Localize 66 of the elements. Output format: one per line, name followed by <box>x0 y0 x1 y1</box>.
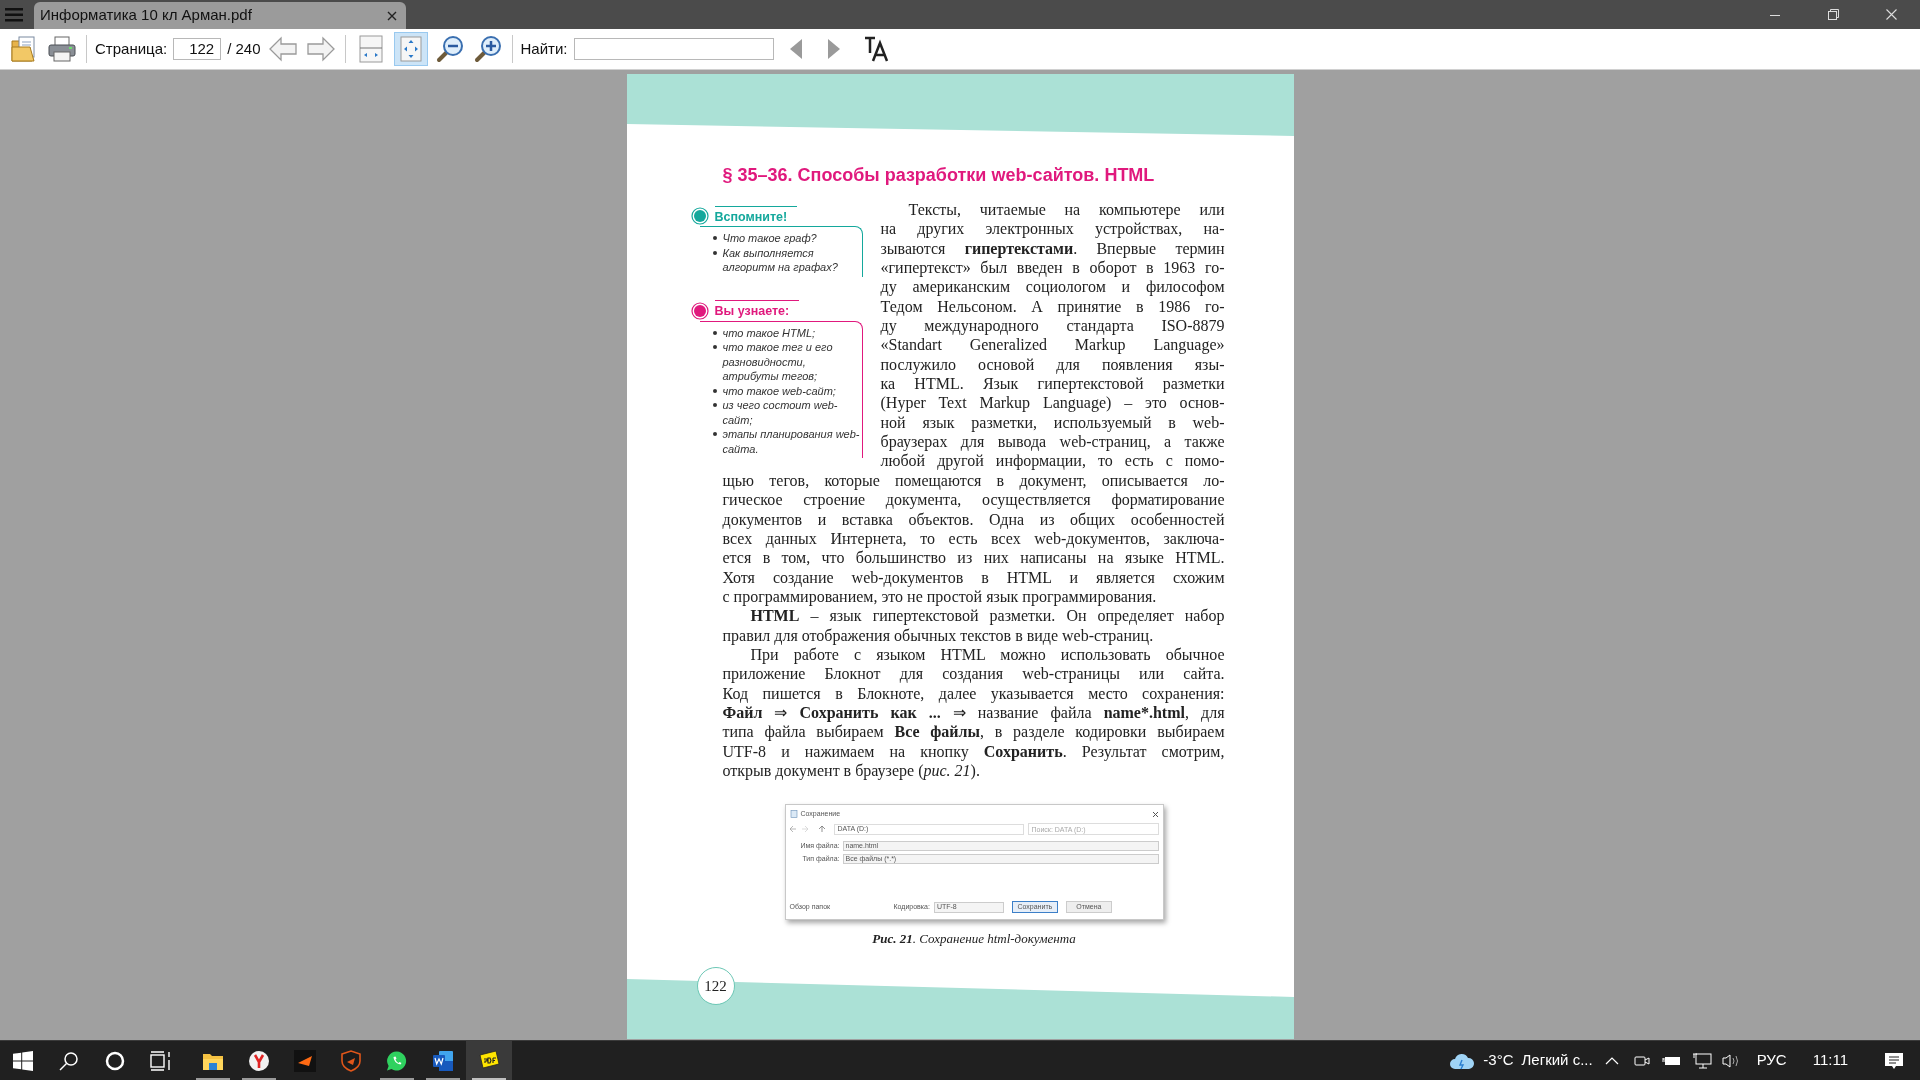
task-view-icon <box>150 1050 172 1071</box>
fit-page-icon <box>358 35 383 63</box>
weather-text: Легкий с... <box>1521 1050 1593 1071</box>
close-icon <box>1885 9 1897 20</box>
windows-logo-icon <box>13 1050 33 1071</box>
weather-button[interactable]: -3°C Легкий с... <box>1445 1040 1597 1080</box>
page-number-field[interactable]: 122 <box>173 38 222 60</box>
circle-icon <box>105 1050 125 1071</box>
list-item: из чего состоит web-сайт; <box>722 398 839 427</box>
page-label: Страница: <box>95 38 168 59</box>
body-paragraph: При работе с языком HTML можно использовать обычное приложение Блокнот для создания web-страницы или сайта. Код пишется в Блокноте, далее указывается место сохранения: Файл ⇒ Сохранить как ... ⇒ название файла name*.html, для типа файла выбираем Все файлы, в разделе кодировки выбираем UTF-8 и нажимаем на кнопку Сохранить. Результат смотрим, открыв документ в браузере (рис. 21). <box>722 645 1225 781</box>
temperature: -3°C <box>1483 1050 1514 1071</box>
caret-up-icon <box>1604 1056 1619 1065</box>
section-title: § 35–36. Способы разработки web-сайтов. HTML <box>722 164 1156 186</box>
menu-icon <box>5 7 23 22</box>
right-arrow-icon <box>305 36 336 62</box>
find-label: Найти: <box>520 38 568 59</box>
list-item: Что такое граф? <box>722 231 817 246</box>
clock[interactable]: 11:11 <box>1802 1040 1858 1080</box>
bullet-icon <box>712 330 717 335</box>
battery-icon <box>1661 1054 1682 1067</box>
arrow-tile-icon <box>294 1049 316 1072</box>
list-item: этапы планирования web-сайта. <box>722 427 860 456</box>
triangle-right-icon <box>826 38 841 60</box>
figure-caption: Рис. 21. Сохранение html-документа <box>871 930 1077 949</box>
bullet-icon <box>712 250 717 255</box>
close-icon <box>387 10 397 21</box>
left-arrow-icon <box>267 36 298 62</box>
page-number: 122 <box>696 967 735 1005</box>
bullet-icon <box>712 236 717 240</box>
list-item: Как выполняется алгоритм на графах? <box>722 245 839 275</box>
callout-heading: Вспомните! <box>714 205 798 227</box>
y-circle-icon <box>248 1049 270 1072</box>
search-icon <box>59 1050 79 1071</box>
body-paragraph: щью тегов, которые помещаются в документ, описывается ло- гическое строение документа, осуществляется форматирование документов и вставка объектов. Одна из общих особенностей всех данных Интернета, то есть всех web-документов, заключа- ется в том, что большинство из них написаны на языке HTML. Хотя создание web-документов в HTML и является схожим с программированием, это не простой язык программирования. <box>722 470 1225 607</box>
restore-icon <box>1827 9 1839 20</box>
pdf-icon <box>478 1049 500 1072</box>
triangle-left-icon <box>788 38 803 60</box>
find-field[interactable] <box>573 38 774 60</box>
language-indicator[interactable]: РУС <box>1746 1040 1797 1080</box>
document-icon <box>789 810 798 819</box>
folder-document-icon <box>11 35 37 63</box>
page-count: / 240 <box>227 38 261 59</box>
chat-bubble-icon <box>386 1049 408 1072</box>
bullet-icon <box>712 432 717 436</box>
tab-title: Информатика 10 кл Арман.pdf <box>40 5 253 26</box>
printer-icon <box>48 36 76 62</box>
body-paragraph: Тексты, читаемые на компьютере или на других электронных устройствах, на- зываются гипертекстами. Впервые термин «гипертекст» был введен в оборот в 1963 го- ду американским социологом и философом Тедом Нельсоном. А принятие в 1986 го- ду международного стандарта ISO-8879 «Standart Generalized Markup Language» послужило основой для появления язы- ка HTML. Язык гипертекстовой разметки (Hyper Text Markup Language) – это основ- ной язык разметки, используемый в web- браузерах для вывода web-страниц, а также любой другой информации, то есть с помо- <box>880 200 1225 471</box>
list-item: что такое HTML; <box>722 325 816 340</box>
bullet-icon <box>712 403 717 407</box>
monitor-icon <box>1691 1052 1712 1069</box>
w-document-icon <box>432 1049 454 1072</box>
taskbar-app-button[interactable] <box>466 1040 512 1080</box>
zoom-out-icon <box>435 35 464 63</box>
close-icon <box>1151 810 1159 818</box>
bullet-icon <box>712 388 717 393</box>
list-item: что такое тег и его разновидности, атрибуты тегов; <box>722 340 834 384</box>
body-paragraph: HTML – язык гипертекстовой разметки. Он определяет набор правил для отображения обычных текстов в виде web-страниц. <box>722 606 1225 645</box>
zoom-in-icon <box>473 35 502 63</box>
fit-width-icon <box>399 36 422 62</box>
message-icon <box>1884 1051 1904 1070</box>
shield-icon <box>340 1049 362 1072</box>
list-item: что такое web-сайт; <box>722 383 836 398</box>
bullet-icon <box>712 345 717 349</box>
document-tab[interactable]: Информатика 10 кл Арман.pdf <box>34 2 406 29</box>
callout-heading: Вы узнаете: <box>714 300 800 321</box>
